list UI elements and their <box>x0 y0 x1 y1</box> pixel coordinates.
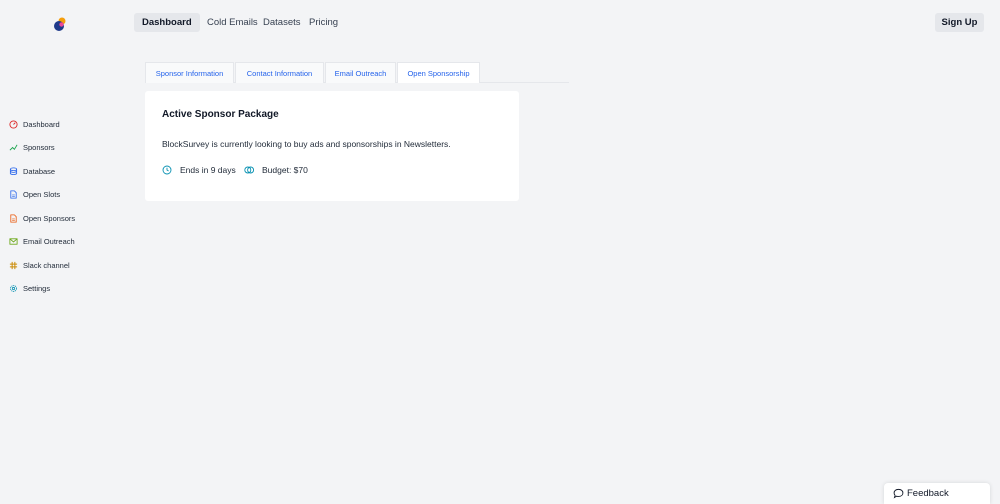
database-icon <box>9 166 18 176</box>
sidebar-item-label: Database <box>23 166 56 176</box>
card-title: Active Sponsor Package <box>162 109 279 120</box>
ends-in-label: Ends in 9 days <box>180 165 236 175</box>
sponsors-icon <box>9 143 18 152</box>
money-icon <box>244 165 254 175</box>
sidebar-item-database[interactable]: Database <box>9 164 55 178</box>
budget-group: Budget: $70 <box>244 163 308 177</box>
sidebar-item-slack-channel[interactable]: Slack channel <box>9 258 70 272</box>
nav-dashboard[interactable]: Dashboard <box>134 13 200 32</box>
sidebar-item-open-slots[interactable]: Open Slots <box>9 187 60 201</box>
feedback-label: Feedback <box>907 488 949 499</box>
sidebar-item-email-outreach[interactable]: Email Outreach <box>9 234 75 248</box>
budget-label: Budget: $70 <box>262 165 308 175</box>
clock-icon <box>162 165 172 175</box>
slack-icon <box>9 261 18 270</box>
ends-in-group: Ends in 9 days <box>162 163 236 177</box>
card-description: BlockSurvey is currently looking to buy … <box>162 139 451 149</box>
nav-datasets[interactable]: Datasets <box>263 13 301 32</box>
sign-up-button[interactable]: Sign Up <box>935 13 984 32</box>
sidebar-item-sponsors[interactable]: Sponsors <box>9 140 55 154</box>
tab-email-outreach[interactable]: Email Outreach <box>325 62 396 83</box>
sidebar-item-label: Dashboard <box>23 119 60 129</box>
tab-contact-information[interactable]: Contact Information <box>235 62 324 83</box>
document-icon <box>9 189 18 199</box>
sidebar-item-settings[interactable]: Settings <box>9 281 50 295</box>
sidebar-item-open-sponsors[interactable]: Open Sponsors <box>9 211 75 225</box>
tab-sponsor-information[interactable]: Sponsor Information <box>145 62 234 83</box>
dashboard-icon <box>9 119 18 129</box>
sidebar-item-label: Sponsors <box>23 142 55 152</box>
app-logo[interactable] <box>48 14 70 36</box>
chat-bubble-icon <box>893 488 904 499</box>
sidebar-item-label: Slack channel <box>23 260 70 270</box>
mail-icon <box>9 237 18 246</box>
feedback-button[interactable]: Feedback <box>884 483 990 504</box>
sidebar-item-dashboard[interactable]: Dashboard <box>9 117 60 131</box>
sidebar-item-label: Settings <box>23 283 51 293</box>
sidebar-item-label: Open Slots <box>23 189 61 199</box>
document-icon <box>9 213 18 223</box>
sidebar-item-label: Email Outreach <box>23 236 75 246</box>
sidebar-item-label: Open Sponsors <box>23 213 76 223</box>
top-navigation-bar: Dashboard Cold Emails Datasets Pricing S… <box>0 0 1000 48</box>
sponsor-tabs: Sponsor Information Contact Information … <box>145 62 569 83</box>
nav-pricing[interactable]: Pricing <box>309 13 338 32</box>
tab-open-sponsorship[interactable]: Open Sponsorship <box>397 62 480 83</box>
nav-cold-emails[interactable]: Cold Emails <box>207 13 258 32</box>
active-sponsor-package-card: Active Sponsor Package BlockSurvey is cu… <box>145 91 519 201</box>
gear-icon <box>9 284 18 293</box>
